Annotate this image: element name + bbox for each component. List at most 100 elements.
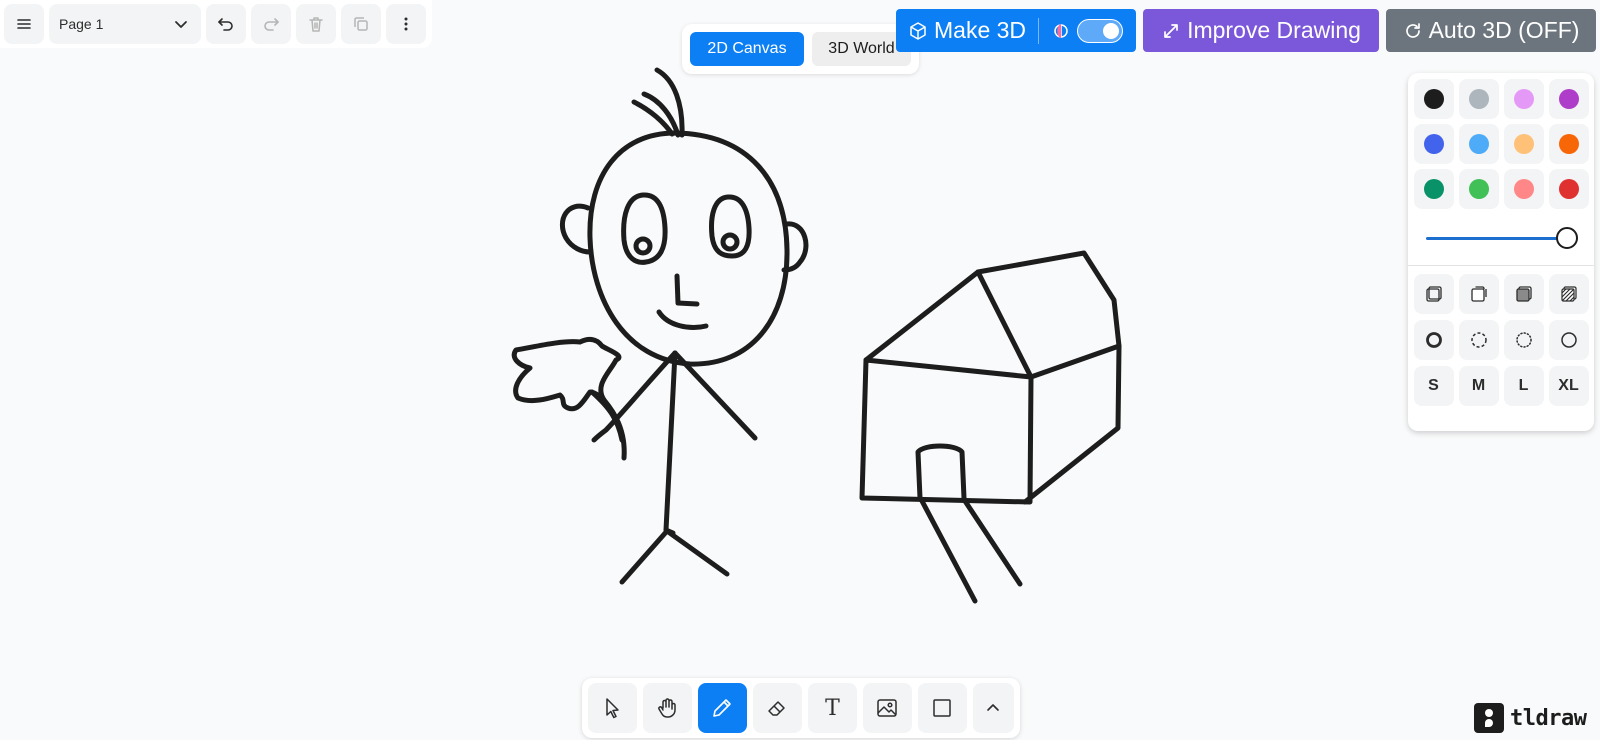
size-xl-option[interactable]: XL xyxy=(1548,366,1589,406)
color-dot xyxy=(1513,179,1534,199)
page-select[interactable]: Page 1 xyxy=(49,4,201,44)
fill-pattern-option[interactable] xyxy=(1548,274,1589,314)
text-tool[interactable]: T xyxy=(807,683,857,733)
rectangle-tool[interactable] xyxy=(917,683,967,733)
menu-button[interactable] xyxy=(4,4,44,44)
stick-figure-drawing xyxy=(511,67,809,585)
color-dot xyxy=(1558,179,1579,199)
panel-divider xyxy=(1408,265,1594,266)
chevron-down-icon xyxy=(175,21,187,28)
improve-drawing-label: Improve Drawing xyxy=(1187,17,1361,43)
improve-drawing-button[interactable]: Improve Drawing xyxy=(1143,9,1379,52)
redo-button[interactable] xyxy=(251,4,291,44)
tldraw-logo-icon xyxy=(1474,703,1504,733)
color-dot xyxy=(1558,89,1579,109)
main-menu-bar: Page 1 xyxy=(0,0,432,48)
color-dot xyxy=(1513,89,1534,109)
slider-handle[interactable] xyxy=(1556,227,1578,249)
color-dot xyxy=(1423,134,1444,154)
hand-tool[interactable] xyxy=(642,683,692,733)
eraser-tool[interactable] xyxy=(752,683,802,733)
color-dot xyxy=(1513,134,1534,154)
auto-3d-button[interactable]: Auto 3D (OFF) xyxy=(1386,9,1596,52)
watermark-text: tldraw xyxy=(1510,705,1587,731)
size-m-option[interactable]: M xyxy=(1458,366,1499,406)
fill-none-option[interactable] xyxy=(1413,274,1454,314)
page-label: Page 1 xyxy=(59,16,104,32)
color-dot xyxy=(1423,179,1444,199)
house-drawing xyxy=(859,250,1122,604)
tool-bar: T xyxy=(582,678,1020,738)
divider xyxy=(1038,17,1040,44)
color-dot xyxy=(1558,134,1579,154)
drawing-canvas[interactable] xyxy=(0,0,1600,740)
more-tools-button[interactable] xyxy=(972,683,1015,733)
color-swatch[interactable] xyxy=(1458,124,1499,164)
style-panel: S M L XL xyxy=(1408,73,1594,431)
fill-none-icon xyxy=(1425,286,1442,302)
text-t-icon: T xyxy=(825,695,840,721)
duplicate-icon xyxy=(354,17,368,31)
make-3d-toggle[interactable] xyxy=(1077,18,1124,43)
redo-icon xyxy=(264,18,279,31)
trash-icon xyxy=(309,17,323,32)
style-options: S M L XL xyxy=(1412,274,1590,406)
slider-track xyxy=(1426,237,1572,240)
tldraw-watermark[interactable]: tldraw xyxy=(1474,703,1587,733)
draw-tool[interactable] xyxy=(697,683,747,733)
opacity-slider[interactable] xyxy=(1412,209,1590,261)
color-swatch[interactable] xyxy=(1503,79,1544,119)
color-dot xyxy=(1468,134,1489,154)
color-swatch[interactable] xyxy=(1458,169,1499,209)
make-3d-button[interactable]: Make 3D xyxy=(896,9,1136,52)
color-dot xyxy=(1468,179,1489,199)
color-swatch[interactable] xyxy=(1413,79,1454,119)
dash-dotted-option[interactable] xyxy=(1503,320,1544,360)
refresh-icon xyxy=(1403,21,1423,41)
auto-3d-label: Auto 3D (OFF) xyxy=(1428,17,1580,43)
delete-button[interactable] xyxy=(296,4,336,44)
media-tool[interactable] xyxy=(862,683,912,733)
hamburger-menu-icon xyxy=(17,19,31,29)
color-swatch[interactable] xyxy=(1548,169,1589,209)
fill-pattern-icon xyxy=(1560,286,1577,302)
undo-icon xyxy=(218,18,233,31)
rectangle-icon xyxy=(933,699,952,717)
dash-solid-option[interactable] xyxy=(1548,320,1589,360)
dash-draw-icon xyxy=(1425,332,1442,348)
color-swatch[interactable] xyxy=(1413,169,1454,209)
more-vertical-icon xyxy=(404,17,408,31)
hand-icon xyxy=(658,698,677,718)
dash-draw-option[interactable] xyxy=(1413,320,1454,360)
view-mode-switch: 2D Canvas 3D World xyxy=(682,24,919,74)
more-button[interactable] xyxy=(386,4,426,44)
color-dot xyxy=(1468,89,1489,109)
color-swatch[interactable] xyxy=(1548,79,1589,119)
dash-dotted-icon xyxy=(1515,332,1532,348)
toggle-knob xyxy=(1103,22,1120,39)
tab-2d-canvas[interactable]: 2D Canvas xyxy=(690,32,804,66)
pencil-icon xyxy=(713,699,732,717)
duplicate-button[interactable] xyxy=(341,4,381,44)
color-swatch[interactable] xyxy=(1503,169,1544,209)
size-l-option[interactable]: L xyxy=(1503,366,1544,406)
make-3d-label: Make 3D xyxy=(934,17,1027,43)
expand-arrows-icon xyxy=(1161,21,1181,41)
eraser-icon xyxy=(768,701,786,716)
color-swatch[interactable] xyxy=(1413,124,1454,164)
cube-icon xyxy=(908,21,928,41)
color-swatch[interactable] xyxy=(1503,124,1544,164)
color-swatch[interactable] xyxy=(1458,79,1499,119)
chevron-up-icon xyxy=(987,704,1000,711)
color-dot xyxy=(1423,89,1444,109)
dash-dashed-option[interactable] xyxy=(1458,320,1499,360)
fill-solid-option[interactable] xyxy=(1503,274,1544,314)
select-tool[interactable] xyxy=(588,683,637,733)
cursor-arrow-icon xyxy=(606,698,620,719)
color-swatches xyxy=(1412,77,1590,209)
fill-semi-option[interactable] xyxy=(1458,274,1499,314)
image-icon xyxy=(877,699,898,717)
size-s-option[interactable]: S xyxy=(1413,366,1454,406)
undo-button[interactable] xyxy=(206,4,246,44)
color-swatch[interactable] xyxy=(1548,124,1589,164)
